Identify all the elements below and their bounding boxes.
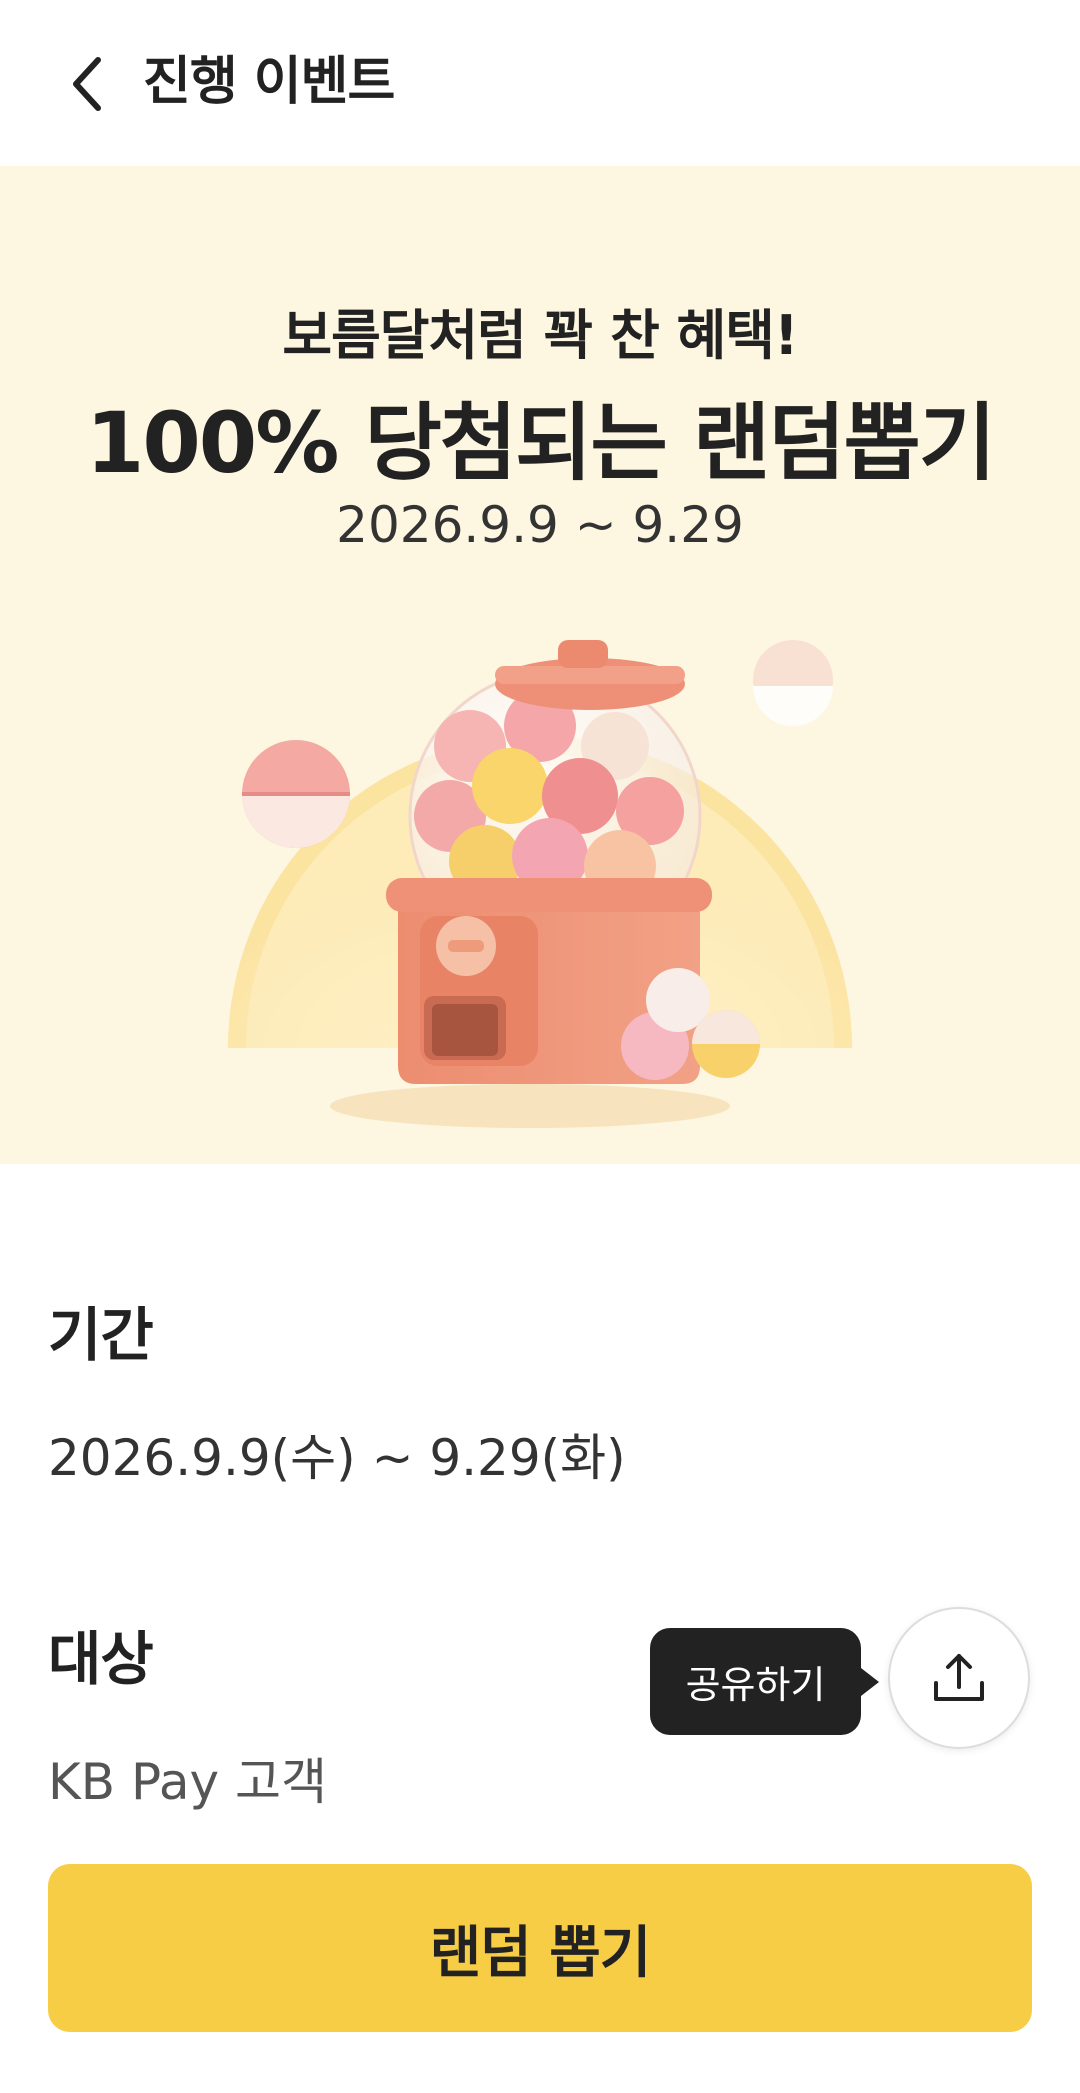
share-button[interactable] <box>888 1607 1030 1749</box>
share-tooltip: 공유하기 <box>650 1628 879 1735</box>
random-draw-button[interactable]: 랜덤 뽑기 <box>48 1864 1032 2032</box>
gumball-machine-illustration <box>228 640 852 1128</box>
chevron-left-icon <box>73 57 101 111</box>
banner-subtitle: 보름달처럼 꽉 찬 혜택! <box>282 304 798 367</box>
target-value: KB Pay 고객 <box>48 1753 328 1811</box>
banner-period: 2026.9.9 ~ 9.29 <box>336 496 744 554</box>
banner-title: 100% 당첨되는 랜덤뽑기 <box>85 394 996 492</box>
event-banner: 보름달처럼 꽉 찬 혜택! 100% 당첨되는 랜덤뽑기 2026.9.9 ~ … <box>0 166 1080 1164</box>
period-label: 기간 <box>48 1301 154 1369</box>
share-icon <box>934 1654 984 1701</box>
period-value: 2026.9.9(수) ~ 9.29(화) <box>48 1429 626 1487</box>
page-title: 진행 이벤트 <box>143 52 395 112</box>
target-label: 대상 <box>48 1625 154 1693</box>
event-page: 진행 이벤트 보름달처럼 꽉 찬 혜택! 100% 당첨되는 랜덤뽑기 2026… <box>0 0 1080 2093</box>
top-bar: 진행 이벤트 <box>0 0 1080 166</box>
back-button[interactable] <box>52 48 124 120</box>
